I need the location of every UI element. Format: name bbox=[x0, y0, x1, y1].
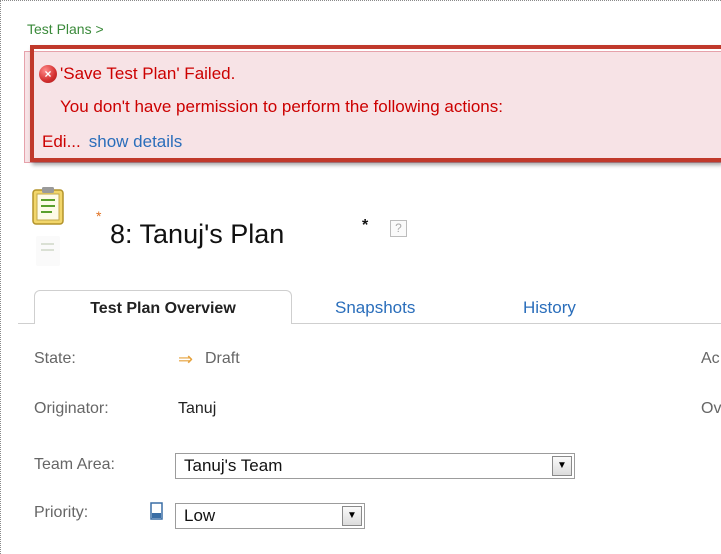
error-details-line: Edi... show details bbox=[42, 132, 182, 152]
error-title: 'Save Test Plan' Failed. bbox=[60, 64, 236, 83]
state-value: Draft bbox=[205, 350, 240, 367]
plan-title: 8: Tanuj's Plan bbox=[110, 219, 285, 249]
tab-test-plan-overview[interactable]: Test Plan Overview bbox=[34, 290, 292, 324]
chevron-down-icon[interactable]: ▼ bbox=[552, 456, 572, 476]
error-truncated-text: Edi... bbox=[42, 132, 81, 151]
breadcrumb[interactable]: Test Plans > bbox=[27, 21, 104, 37]
team-area-select[interactable]: Tanuj's Team ▼ bbox=[175, 453, 575, 479]
right-column-label-2: Ov bbox=[701, 400, 721, 417]
originator-value: Tanuj bbox=[178, 400, 217, 417]
priority-select[interactable]: Low ▼ bbox=[175, 503, 365, 529]
show-details-link[interactable]: show details bbox=[89, 132, 183, 151]
required-star: * bbox=[96, 208, 102, 224]
error-message: You don't have permission to perform the… bbox=[60, 97, 503, 116]
tab-history[interactable]: History bbox=[523, 298, 576, 318]
team-area-label: Team Area: bbox=[34, 456, 115, 473]
arrow-right-icon: ⇒ bbox=[178, 349, 194, 369]
priority-low-icon bbox=[150, 502, 163, 520]
team-area-value: Tanuj's Team bbox=[184, 456, 283, 475]
error-circle-icon: × bbox=[39, 65, 57, 83]
frame-border-top bbox=[0, 0, 721, 1]
chevron-down-icon[interactable]: ▼ bbox=[342, 506, 362, 526]
tab-snapshots[interactable]: Snapshots bbox=[335, 298, 415, 318]
test-plan-icon bbox=[32, 187, 64, 266]
state-label: State: bbox=[34, 350, 76, 367]
unsaved-star: * bbox=[362, 217, 369, 234]
right-column-label-1: Ac bbox=[701, 350, 720, 367]
frame-border-left bbox=[0, 0, 1, 554]
priority-value: Low bbox=[184, 506, 216, 525]
priority-label: Priority: bbox=[34, 504, 89, 521]
originator-label: Originator: bbox=[34, 400, 109, 417]
help-icon[interactable]: ? bbox=[390, 220, 407, 237]
